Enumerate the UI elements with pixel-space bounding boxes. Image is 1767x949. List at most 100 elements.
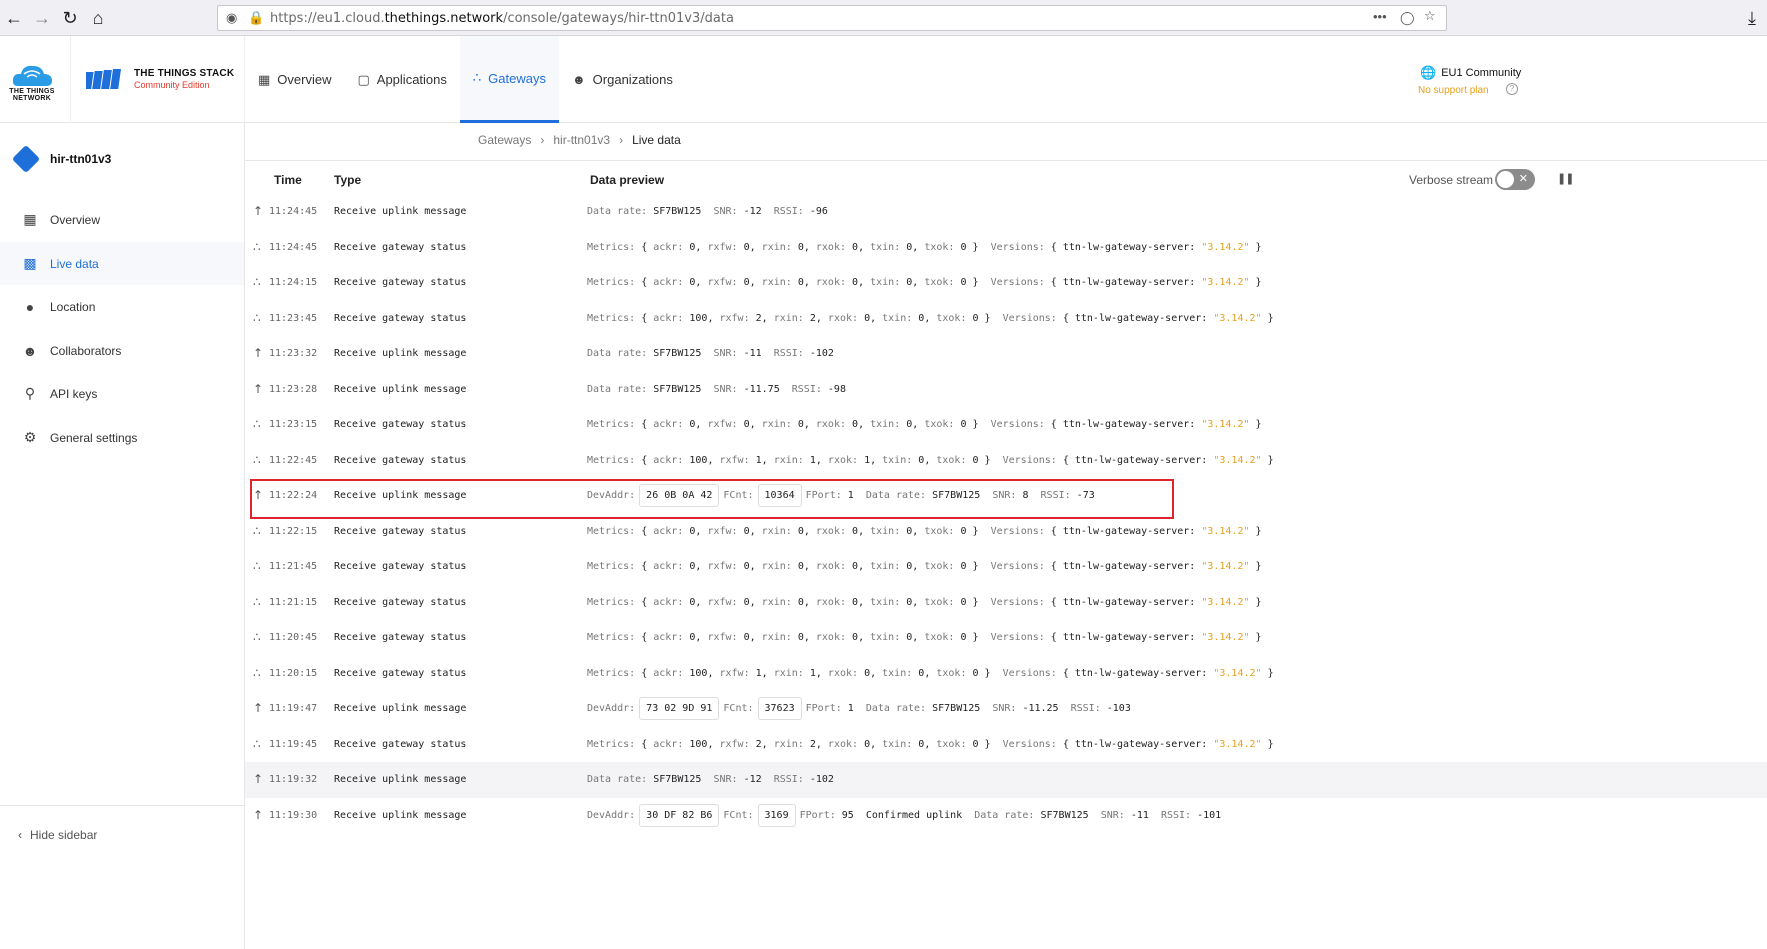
label: txin: bbox=[882, 738, 913, 750]
event-time: 11:22:15 bbox=[269, 525, 318, 537]
label: txok: bbox=[924, 277, 955, 288]
devaddr-chip[interactable]: 73 02 9D 91 bbox=[639, 697, 720, 720]
label: Metrics: bbox=[587, 632, 636, 643]
devaddr-chip[interactable]: 30 DF 82 B6 bbox=[639, 803, 720, 827]
divider bbox=[70, 36, 71, 123]
data-preview: Metrics: { ackr: 0, rxfw: 0, rxin: 0, rx… bbox=[587, 525, 1262, 537]
verbose-stream-toggle[interactable]: ✕ bbox=[1495, 169, 1535, 190]
sidebar-item-api-keys[interactable]: ⚲ API keys bbox=[0, 372, 244, 415]
things-stack-logo-icon[interactable] bbox=[86, 69, 128, 91]
back-icon[interactable]: ← bbox=[2, 6, 26, 30]
metric-value: 0 bbox=[852, 277, 859, 288]
event-row[interactable]: ∴ 11:24:15 Receive gateway status Metrics: … bbox=[245, 265, 1767, 301]
label: rxfw: bbox=[707, 525, 738, 537]
label: rxin: bbox=[761, 241, 792, 253]
download-icon[interactable]: ⤓ bbox=[1740, 6, 1764, 30]
region-selector[interactable]: 🌐 EU1 Community bbox=[1420, 65, 1521, 81]
event-row[interactable]: ∴ 11:20:45 Receive gateway status Metrics: … bbox=[245, 620, 1767, 656]
metric-value: 0 bbox=[852, 525, 859, 537]
label: rxfw: bbox=[719, 667, 750, 679]
metric-value: 0 bbox=[918, 312, 925, 324]
label: rxin: bbox=[761, 632, 792, 643]
event-row[interactable]: ∴ 11:21:45 Receive gateway status Metrics: … bbox=[245, 549, 1767, 585]
metric-value: 0 bbox=[797, 596, 804, 608]
sidebar-item-overview[interactable]: ▦ Overview bbox=[0, 198, 244, 241]
label: txin: bbox=[870, 419, 901, 430]
help-icon[interactable]: ? bbox=[1506, 83, 1518, 95]
label: Metrics: bbox=[587, 241, 636, 253]
event-row[interactable]: ∴ 11:22:45 Receive gateway status Metrics: … bbox=[245, 443, 1767, 479]
label: ackr: bbox=[653, 561, 684, 572]
nav-applications[interactable]: ▢ Applications bbox=[344, 36, 459, 123]
gateway-status-icon: ∴ bbox=[253, 594, 261, 609]
metric-value: 0 bbox=[960, 241, 967, 253]
gateway-status-icon: ∴ bbox=[253, 559, 261, 573]
more-icon[interactable]: ••• bbox=[1373, 9, 1387, 24]
home-icon[interactable]: ⌂ bbox=[86, 6, 110, 30]
sidebar-item-collaborators[interactable]: ☻ Collaborators bbox=[0, 329, 244, 372]
hide-sidebar-button[interactable]: ‹ Hide sidebar bbox=[18, 828, 97, 842]
version-value: 3.14.2 bbox=[1207, 596, 1244, 608]
rssi-value: -96 bbox=[809, 206, 828, 217]
event-row[interactable]: ∴ 11:20:15 Receive gateway status Metrics: … bbox=[245, 656, 1767, 692]
event-row[interactable]: ∴ 11:23:15 Receive gateway status Metrics: … bbox=[245, 407, 1767, 443]
address-bar[interactable]: ◉ 🔒 https://eu1.cloud.thethings.network/… bbox=[217, 5, 1447, 31]
metric-value: 0 bbox=[743, 596, 750, 608]
sidebar-item-general-settings[interactable]: ⚙ General settings bbox=[0, 416, 244, 459]
metric-value: 0 bbox=[743, 561, 750, 572]
breadcrumb-gateway[interactable]: hir-ttn01v3 bbox=[553, 133, 610, 147]
pocket-icon[interactable]: ◯ bbox=[1400, 10, 1415, 26]
event-row[interactable]: ∴ 11:24:45 Receive gateway status Metrics: … bbox=[245, 230, 1767, 266]
chevron-right-icon: › bbox=[619, 133, 624, 147]
bar-chart-icon: ▩ bbox=[23, 255, 37, 271]
metric-value: 0 bbox=[743, 419, 750, 430]
highlight-annotation-box bbox=[250, 479, 1174, 519]
event-row[interactable]: ↑ 11:24:45 Receive uplink message Data rate… bbox=[245, 194, 1767, 230]
pause-icon[interactable]: ❚❚ bbox=[1557, 172, 1574, 185]
arrow-up-icon: ↑ bbox=[253, 204, 264, 218]
breadcrumb-gateways[interactable]: Gateways bbox=[478, 133, 531, 147]
event-row[interactable]: ↑ 11:23:32 Receive uplink message Data rate… bbox=[245, 336, 1767, 372]
support-plan-link[interactable]: No support plan bbox=[1418, 85, 1489, 96]
forward-icon[interactable]: → bbox=[30, 6, 54, 30]
reload-icon[interactable]: ↻ bbox=[58, 6, 82, 30]
metric-value: 1 bbox=[864, 454, 871, 466]
data-preview: Metrics: { ackr: 100, rxfw: 2, rxin: 2, … bbox=[587, 738, 1274, 750]
event-row[interactable]: ∴ 11:23:45 Receive gateway status Metrics: … bbox=[245, 301, 1767, 337]
nav-overview[interactable]: ▦ Overview bbox=[245, 36, 344, 123]
event-row[interactable]: ↑ 11:19:47 Receive uplink message DevAddr: 7… bbox=[245, 691, 1767, 727]
event-time: 11:24:15 bbox=[269, 277, 318, 288]
event-row[interactable]: ↑ 11:19:32 Receive uplink message Data rate… bbox=[245, 762, 1767, 798]
sidebar-item-location[interactable]: ● Location bbox=[0, 285, 244, 328]
column-header-type: Type bbox=[334, 173, 362, 187]
label: Data rate: bbox=[974, 809, 1035, 821]
label: Versions: bbox=[990, 241, 1045, 253]
gateway-status-icon: ∴ bbox=[253, 310, 261, 325]
label: ackr: bbox=[653, 241, 684, 253]
version-value: 3.14.2 bbox=[1219, 667, 1256, 679]
event-row[interactable]: ↑ 11:23:28 Receive uplink message Data rate… bbox=[245, 372, 1767, 408]
event-row[interactable]: ↑ 11:19:30 Receive uplink message DevAddr: 3… bbox=[245, 798, 1767, 834]
event-row[interactable]: ∴ 11:21:15 Receive gateway status Metrics: … bbox=[245, 585, 1767, 621]
event-type: Receive uplink message bbox=[334, 809, 467, 821]
label: txok: bbox=[936, 738, 967, 750]
label: txin: bbox=[882, 454, 913, 466]
label: Metrics: bbox=[587, 419, 636, 430]
fcnt-chip[interactable]: 37623 bbox=[757, 697, 802, 720]
label: Data rate: bbox=[587, 383, 648, 395]
sidebar-item-label: API keys bbox=[50, 386, 98, 401]
verbose-stream-label: Verbose stream bbox=[1409, 173, 1494, 187]
label: DevAddr: bbox=[587, 809, 636, 821]
label: rxin: bbox=[773, 454, 804, 466]
event-row[interactable]: ∴ 11:19:45 Receive gateway status Metrics: … bbox=[245, 727, 1767, 763]
arrow-up-icon: ↑ bbox=[253, 772, 264, 786]
nav-organizations[interactable]: ☻ Organizations bbox=[559, 36, 686, 123]
star-icon[interactable]: ☆ bbox=[1424, 8, 1436, 24]
metric-value: 1 bbox=[809, 454, 816, 466]
data-preview: Metrics: { ackr: 0, rxfw: 0, rxin: 0, rx… bbox=[587, 632, 1262, 643]
nav-gateways[interactable]: ∴ Gateways bbox=[459, 36, 559, 123]
label: Metrics: bbox=[587, 454, 636, 466]
fcnt-chip[interactable]: 3169 bbox=[757, 803, 796, 827]
sidebar-item-live-data[interactable]: ▩ Live data bbox=[0, 242, 244, 285]
metric-value: 0 bbox=[689, 596, 696, 608]
